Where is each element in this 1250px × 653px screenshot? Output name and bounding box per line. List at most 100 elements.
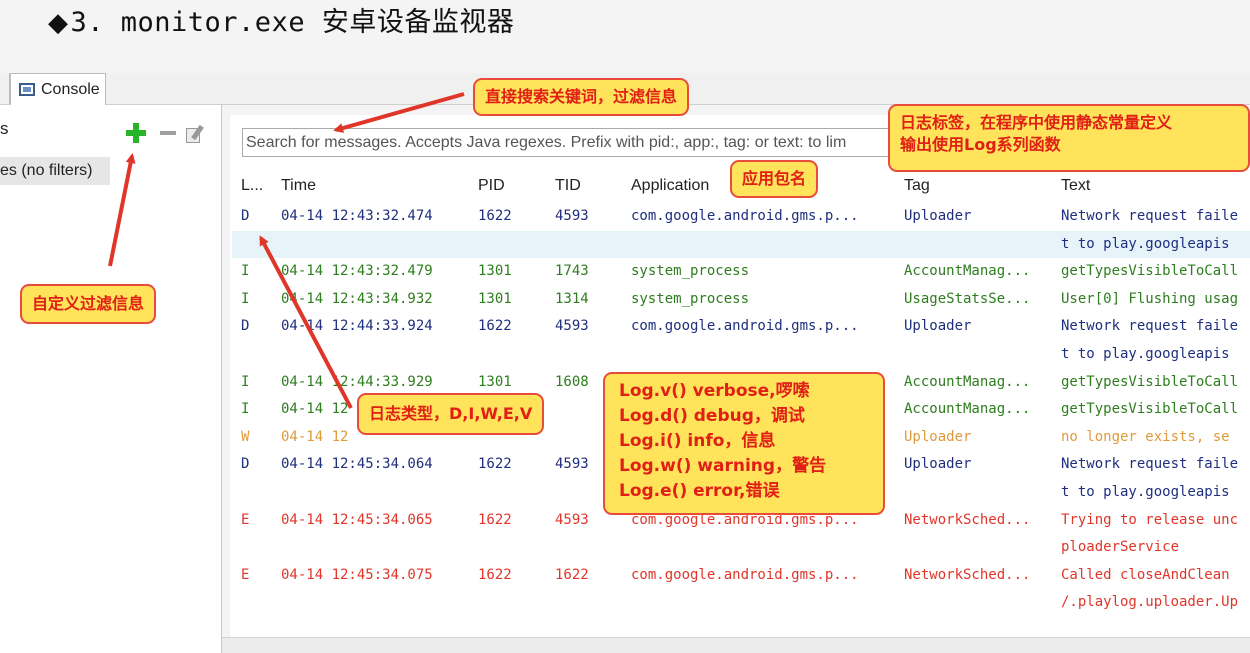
console-icon bbox=[19, 83, 35, 96]
column-header-text[interactable]: Text bbox=[1061, 177, 1090, 199]
log-cell-text: Network request faile bbox=[1061, 208, 1239, 224]
log-cell-text: getTypesVisibleToCall bbox=[1061, 373, 1239, 390]
log-function-line: Log.w() warning，警告 bbox=[619, 456, 827, 476]
note-log-tag-line2: 输出使用Log系列函数 bbox=[900, 135, 1061, 154]
log-cell-tid: 1314 bbox=[555, 290, 589, 307]
log-cell-text: no longer exists, se bbox=[1061, 428, 1230, 445]
slide-title: ◆3. monitor.exe 安卓设备监视器 bbox=[48, 0, 515, 38]
log-cell-time: 04-14 12:43:32.474 bbox=[281, 208, 433, 224]
log-cell-text: t to play.googleapis bbox=[1061, 346, 1230, 362]
column-header-level[interactable]: L... bbox=[241, 177, 263, 199]
log-function-line: Log.e() error,错误 bbox=[619, 481, 780, 501]
log-cell-level: I bbox=[241, 401, 250, 418]
log-cell-text: t to play.googleapis bbox=[1061, 484, 1230, 500]
log-cell-app: com.google.android.gms.p... bbox=[631, 208, 859, 224]
log-cell-tid: 1743 bbox=[555, 263, 589, 280]
log-cell-level: W bbox=[241, 428, 250, 445]
tab-console-label: Console bbox=[41, 80, 100, 98]
log-cell-level: E bbox=[241, 566, 250, 583]
log-cell-time: 04-14 12:43:34.932 bbox=[281, 290, 433, 307]
log-cell-text: getTypesVisibleToCall bbox=[1061, 401, 1239, 418]
log-cell-time: 04-14 12 bbox=[281, 401, 349, 418]
log-cell-tid: 4593 bbox=[555, 208, 589, 224]
log-cell-time: 04-14 12:44:33.924 bbox=[281, 318, 433, 335]
column-header-tag[interactable]: Tag bbox=[904, 177, 930, 199]
remove-filter-icon[interactable] bbox=[160, 131, 176, 135]
log-cell-tid: 4593 bbox=[555, 511, 589, 528]
log-cell-pid: 1622 bbox=[478, 208, 512, 224]
log-cell-pid: 1622 bbox=[478, 318, 512, 335]
log-function-line: Log.v() verbose,啰嗦 bbox=[619, 381, 810, 401]
tab-previous[interactable] bbox=[0, 73, 10, 104]
log-cell-tag: Uploader bbox=[904, 428, 972, 445]
note-log-tag-line1: 日志标签，在程序中使用静态常量定义 bbox=[900, 113, 1173, 132]
log-cell-pid: 1622 bbox=[478, 566, 512, 583]
log-cell-time: 04-14 12:44:33.929 bbox=[281, 373, 433, 390]
log-cell-tid: 1608 bbox=[555, 373, 589, 390]
log-cell-tag: AccountManag... bbox=[904, 263, 1031, 280]
log-function-line: Log.d() debug，调试 bbox=[619, 406, 805, 426]
log-cell-tag: AccountManag... bbox=[904, 373, 1031, 390]
log-cell-tag: UsageStatsSe... bbox=[904, 290, 1031, 307]
log-cell-level: I bbox=[241, 290, 250, 307]
log-cell-time: 04-14 12:45:34.075 bbox=[281, 566, 433, 583]
log-cell-time: 04-14 12:45:34.064 bbox=[281, 456, 433, 473]
tab-console[interactable]: Console bbox=[10, 73, 106, 105]
log-cell-tag: AccountManag... bbox=[904, 401, 1031, 418]
log-cell-tag: NetworkSched... bbox=[904, 511, 1031, 528]
log-cell-tid: 1622 bbox=[555, 566, 589, 583]
log-cell-text: ploaderService bbox=[1061, 539, 1180, 556]
log-cell-app: system_process bbox=[631, 290, 750, 307]
log-cell-tid: 4593 bbox=[555, 456, 589, 473]
column-header-pid[interactable]: PID bbox=[478, 177, 505, 199]
status-bar bbox=[222, 637, 1250, 653]
diamond-bullet-icon: ◆ bbox=[48, 8, 69, 38]
log-function-line: Log.i() info，信息 bbox=[619, 431, 776, 451]
search-input[interactable]: Search for messages. Accepts Java regexe… bbox=[242, 128, 942, 157]
log-cell-pid: 1622 bbox=[478, 511, 512, 528]
column-header-application[interactable]: Application bbox=[631, 177, 709, 199]
log-cell-text: Trying to release unc bbox=[1061, 511, 1239, 528]
log-cell-time: 04-14 12 bbox=[281, 428, 349, 445]
log-cell-level: I bbox=[241, 373, 250, 390]
log-cell-tag: Uploader bbox=[904, 456, 972, 473]
filters-header: s bbox=[0, 119, 9, 138]
column-header-time[interactable]: Time bbox=[281, 177, 316, 199]
log-cell-tid: 4593 bbox=[555, 318, 589, 335]
log-cell-text: Called closeAndClean bbox=[1061, 566, 1230, 583]
log-cell-level: D bbox=[241, 456, 250, 473]
note-app-package: 应用包名 bbox=[730, 160, 819, 198]
note-log-level: 日志类型，D,I,W,E,V bbox=[357, 393, 545, 435]
log-cell-text: User[0] Flushing usag bbox=[1061, 290, 1239, 307]
slide-title-prefix: 3. monitor.exe bbox=[70, 7, 322, 38]
edit-filter-icon[interactable] bbox=[186, 124, 206, 143]
note-search: 直接搜索关键词，过滤信息 bbox=[473, 78, 690, 116]
log-cell-text: getTypesVisibleToCall bbox=[1061, 263, 1239, 280]
log-cell-text: Network request faile bbox=[1061, 318, 1239, 335]
note-log-tag: 日志标签，在程序中使用静态常量定义 输出使用Log系列函数 bbox=[888, 104, 1250, 172]
log-cell-tag: Uploader bbox=[904, 318, 972, 335]
log-cell-time: 04-14 12:45:34.065 bbox=[281, 511, 433, 528]
log-cell-level: I bbox=[241, 263, 250, 280]
add-filter-icon[interactable] bbox=[126, 123, 146, 143]
filters-panel: s es (no filters) bbox=[0, 105, 222, 653]
log-cell-text: t to play.googleapis bbox=[1061, 235, 1230, 252]
log-cell-text: Network request faile bbox=[1061, 456, 1239, 473]
log-cell-level: D bbox=[241, 318, 250, 335]
log-cell-tag: NetworkSched... bbox=[904, 566, 1031, 583]
log-cell-pid: 1301 bbox=[478, 263, 512, 280]
log-cell-time: 04-14 12:43:32.479 bbox=[281, 263, 433, 280]
log-cell-level: E bbox=[241, 511, 250, 528]
log-cell-pid: 1301 bbox=[478, 290, 512, 307]
filter-item-all[interactable]: es (no filters) bbox=[0, 157, 110, 185]
column-header-tid[interactable]: TID bbox=[555, 177, 581, 199]
log-cell-level: D bbox=[241, 208, 250, 224]
slide-title-cn: 安卓设备监视器 bbox=[321, 7, 515, 38]
log-cell-tag: Uploader bbox=[904, 208, 972, 224]
log-cell-app: com.google.android.gms.p... bbox=[631, 318, 859, 335]
log-cell-pid: 1622 bbox=[478, 456, 512, 473]
note-custom-filter: 自定义过滤信息 bbox=[20, 284, 157, 324]
note-log-functions: Log.v() verbose,啰嗦 Log.d() debug，调试 Log.i(… bbox=[603, 372, 885, 515]
log-cell-pid: 1301 bbox=[478, 373, 512, 390]
log-cell-app: system_process bbox=[631, 263, 750, 280]
